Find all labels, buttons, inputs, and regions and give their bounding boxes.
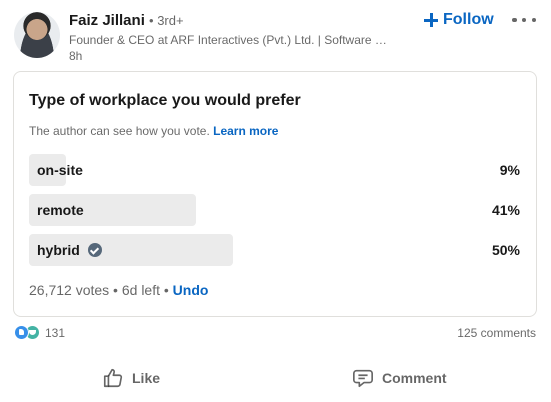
social-counts: 131 125 comments [0, 322, 551, 344]
author-name-row: Faiz Jillani • 3rd+ [69, 12, 184, 29]
poll-footer: 26,712 votes • 6d left • Undo [29, 282, 208, 298]
undo-link[interactable]: Undo [173, 282, 209, 298]
reactions-summary[interactable]: 131 [14, 325, 65, 340]
poll-option-label: remote [37, 202, 84, 218]
poll-option[interactable]: hybrid 50% [29, 234, 520, 266]
poll-option-label: on-site [37, 162, 83, 178]
more-horizontal-icon[interactable] [512, 12, 536, 28]
comment-icon [353, 369, 373, 388]
poll-option-label: hybrid [37, 242, 102, 258]
comment-label: Comment [382, 370, 447, 386]
author-name[interactable]: Faiz Jillani [69, 12, 145, 29]
poll-option[interactable]: remote 41% [29, 194, 520, 226]
post-actions: Like Comment [0, 358, 551, 398]
poll-option-percent: 50% [491, 242, 520, 258]
follow-button[interactable]: Follow [424, 9, 494, 31]
check-circle-icon [87, 243, 102, 257]
poll-option-text: remote [37, 202, 84, 218]
poll-note: The author can see how you vote. Learn m… [29, 124, 278, 138]
poll-option-text: on-site [37, 162, 83, 178]
follow-label: Follow [443, 11, 494, 28]
author-headline: Founder & CEO at ARF Interactives (Pvt.)… [69, 33, 387, 47]
like-label: Like [132, 370, 161, 386]
poll-question: Type of workplace you would prefer [29, 92, 301, 109]
thumbs-up-icon [103, 368, 123, 388]
post-time: 8h [69, 49, 83, 63]
poll-stats: 26,712 votes • 6d left • [29, 282, 169, 298]
comment-button[interactable]: Comment [352, 358, 447, 398]
poll-card: Type of workplace you would prefer The a… [13, 71, 537, 317]
poll-note-text: The author can see how you vote. [29, 124, 210, 138]
poll-option-percent: 41% [491, 202, 520, 218]
reaction-count: 131 [45, 325, 66, 340]
poll-option[interactable]: on-site 9% [29, 154, 520, 186]
plus-icon [424, 13, 438, 27]
avatar[interactable] [14, 12, 60, 58]
poll-option-text: hybrid [37, 242, 80, 258]
comments-count[interactable]: 125 comments [457, 326, 536, 340]
poll-option-percent: 9% [499, 162, 520, 178]
learn-more-link[interactable]: Learn more [213, 124, 278, 138]
post-header: Faiz Jillani • 3rd+ Founder & CEO at ARF… [0, 0, 551, 68]
like-reaction-icon [14, 325, 29, 340]
connection-degree: • 3rd+ [149, 13, 184, 28]
like-button[interactable]: Like [102, 358, 160, 398]
